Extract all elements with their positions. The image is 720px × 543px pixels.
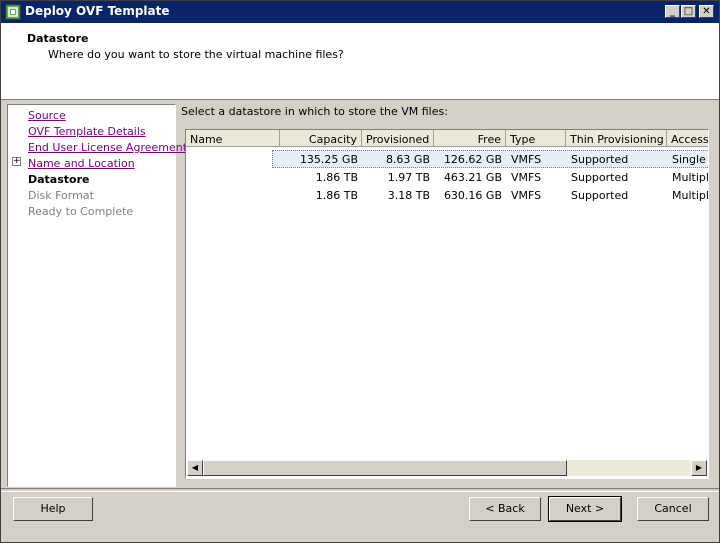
cell-access: Multiple	[672, 171, 708, 184]
next-button[interactable]: Next >	[548, 496, 622, 522]
table-row[interactable]: 1.86 TB 1.97 TB 463.21 GB VMFS Supported…	[186, 168, 708, 186]
column-header-free[interactable]: Free	[434, 130, 506, 147]
cell-provisioned: 8.63 GB	[385, 153, 430, 166]
step-ovf-template-details[interactable]: OVF Template Details	[28, 125, 146, 138]
datastore-table[interactable]: Name Capacity Provisioned Free Type Thin…	[185, 129, 709, 479]
deploy-ovf-window: Deploy OVF Template _ □ ✕ Datastore Wher…	[0, 0, 720, 543]
title-bar[interactable]: Deploy OVF Template _ □ ✕	[1, 1, 719, 23]
maximize-button[interactable]: □	[681, 5, 696, 18]
step-name-and-location[interactable]: Name and Location	[28, 157, 135, 170]
cell-type: VMFS	[511, 171, 542, 184]
cell-type: VMFS	[511, 189, 542, 202]
cell-capacity: 1.86 TB	[315, 171, 358, 184]
scroll-left-icon[interactable]: ◀	[187, 460, 203, 476]
step-eula[interactable]: End User License Agreement	[28, 141, 187, 154]
cell-capacity: 135.25 GB	[299, 153, 358, 166]
cell-thin-provisioning: Supported	[571, 153, 629, 166]
step-disk-format: Disk Format	[28, 189, 94, 202]
column-header-type[interactable]: Type	[506, 130, 566, 147]
cell-free: 463.21 GB	[443, 171, 502, 184]
cell-thin-provisioning: Supported	[571, 189, 629, 202]
step-datastore: Datastore	[28, 173, 90, 186]
close-button[interactable]: ✕	[699, 5, 714, 18]
scroll-right-icon[interactable]: ▶	[691, 460, 707, 476]
cell-provisioned: 3.18 TB	[387, 189, 430, 202]
plus-expand-icon[interactable]: +	[12, 157, 21, 166]
column-header-name[interactable]: Name	[186, 130, 280, 147]
back-button[interactable]: < Back	[469, 497, 541, 521]
column-header-thin-provisioning[interactable]: Thin Provisioning	[566, 130, 667, 147]
cell-capacity: 1.86 TB	[315, 189, 358, 202]
cell-provisioned: 1.97 TB	[387, 171, 430, 184]
cell-access: Multiple	[672, 189, 708, 202]
scrollbar-thumb[interactable]	[203, 460, 567, 476]
window-title: Deploy OVF Template	[25, 4, 170, 18]
cell-free: 126.62 GB	[443, 153, 502, 166]
column-header-access[interactable]: Access	[667, 130, 708, 147]
column-header-capacity[interactable]: Capacity	[280, 130, 362, 147]
horizontal-scrollbar[interactable]: ◀ ▶	[187, 460, 707, 476]
page-title: Datastore	[27, 32, 89, 45]
minimize-button[interactable]: _	[665, 5, 680, 18]
cell-type: VMFS	[511, 153, 542, 166]
cell-free: 630.16 GB	[443, 189, 502, 202]
table-row[interactable]: 1.86 TB 3.18 TB 630.16 GB VMFS Supported…	[186, 186, 708, 204]
cell-access: Single h	[672, 153, 708, 166]
footer-divider	[1, 488, 719, 492]
column-header-provisioned[interactable]: Provisioned	[362, 130, 434, 147]
table-row[interactable]: 135.25 GB 8.63 GB 126.62 GB VMFS Support…	[186, 150, 708, 168]
step-ready-to-complete: Ready to Complete	[28, 205, 134, 218]
cancel-button[interactable]: Cancel	[637, 497, 709, 521]
datastore-prompt: Select a datastore in which to store the…	[181, 105, 448, 118]
help-button[interactable]: Help	[13, 497, 93, 521]
step-source[interactable]: Source	[28, 109, 66, 122]
page-subtitle: Where do you want to store the virtual m…	[48, 48, 344, 61]
table-header: Name Capacity Provisioned Free Type Thin…	[186, 130, 708, 148]
page-header: Datastore Where do you want to store the…	[1, 23, 719, 100]
app-icon	[5, 4, 21, 20]
cell-thin-provisioning: Supported	[571, 171, 629, 184]
wizard-steps-panel: + Source OVF Template Details End User L…	[7, 104, 187, 487]
